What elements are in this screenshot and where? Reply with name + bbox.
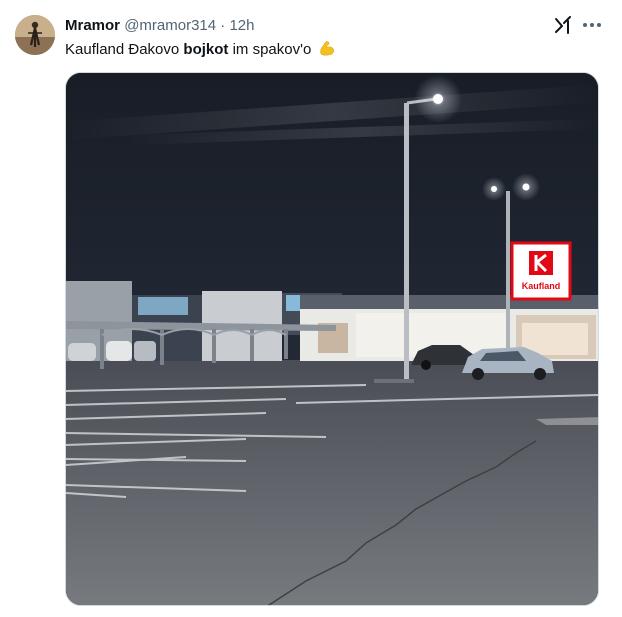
tweet-photo[interactable]: Kaufland <box>65 72 599 606</box>
tweet-text: Kaufland Đakovo bojkot im spakov'o <box>65 39 336 60</box>
tweet-time[interactable]: 12h <box>229 17 254 34</box>
tweet-text-after: im spakov'o <box>228 41 312 58</box>
author-handle[interactable]: @mramor314 <box>124 17 216 34</box>
avatar-image <box>15 15 55 55</box>
parking-lot-photo: Kaufland <box>66 73 598 605</box>
tweet-text-bold: bojkot <box>183 41 229 58</box>
flexed-biceps-icon <box>319 41 334 56</box>
kaufland-sign-text: Kaufland <box>522 281 561 291</box>
author-name[interactable]: Mramor <box>65 17 120 34</box>
avatar[interactable] <box>15 15 55 55</box>
separator-dot: · <box>220 17 226 34</box>
tweet-header: Mramor @mramor314 · 12h <box>65 16 254 36</box>
grok-icon[interactable] <box>553 15 573 35</box>
more-icon[interactable] <box>580 14 604 36</box>
tweet-text-before: Kaufland Đakovo <box>65 41 184 58</box>
